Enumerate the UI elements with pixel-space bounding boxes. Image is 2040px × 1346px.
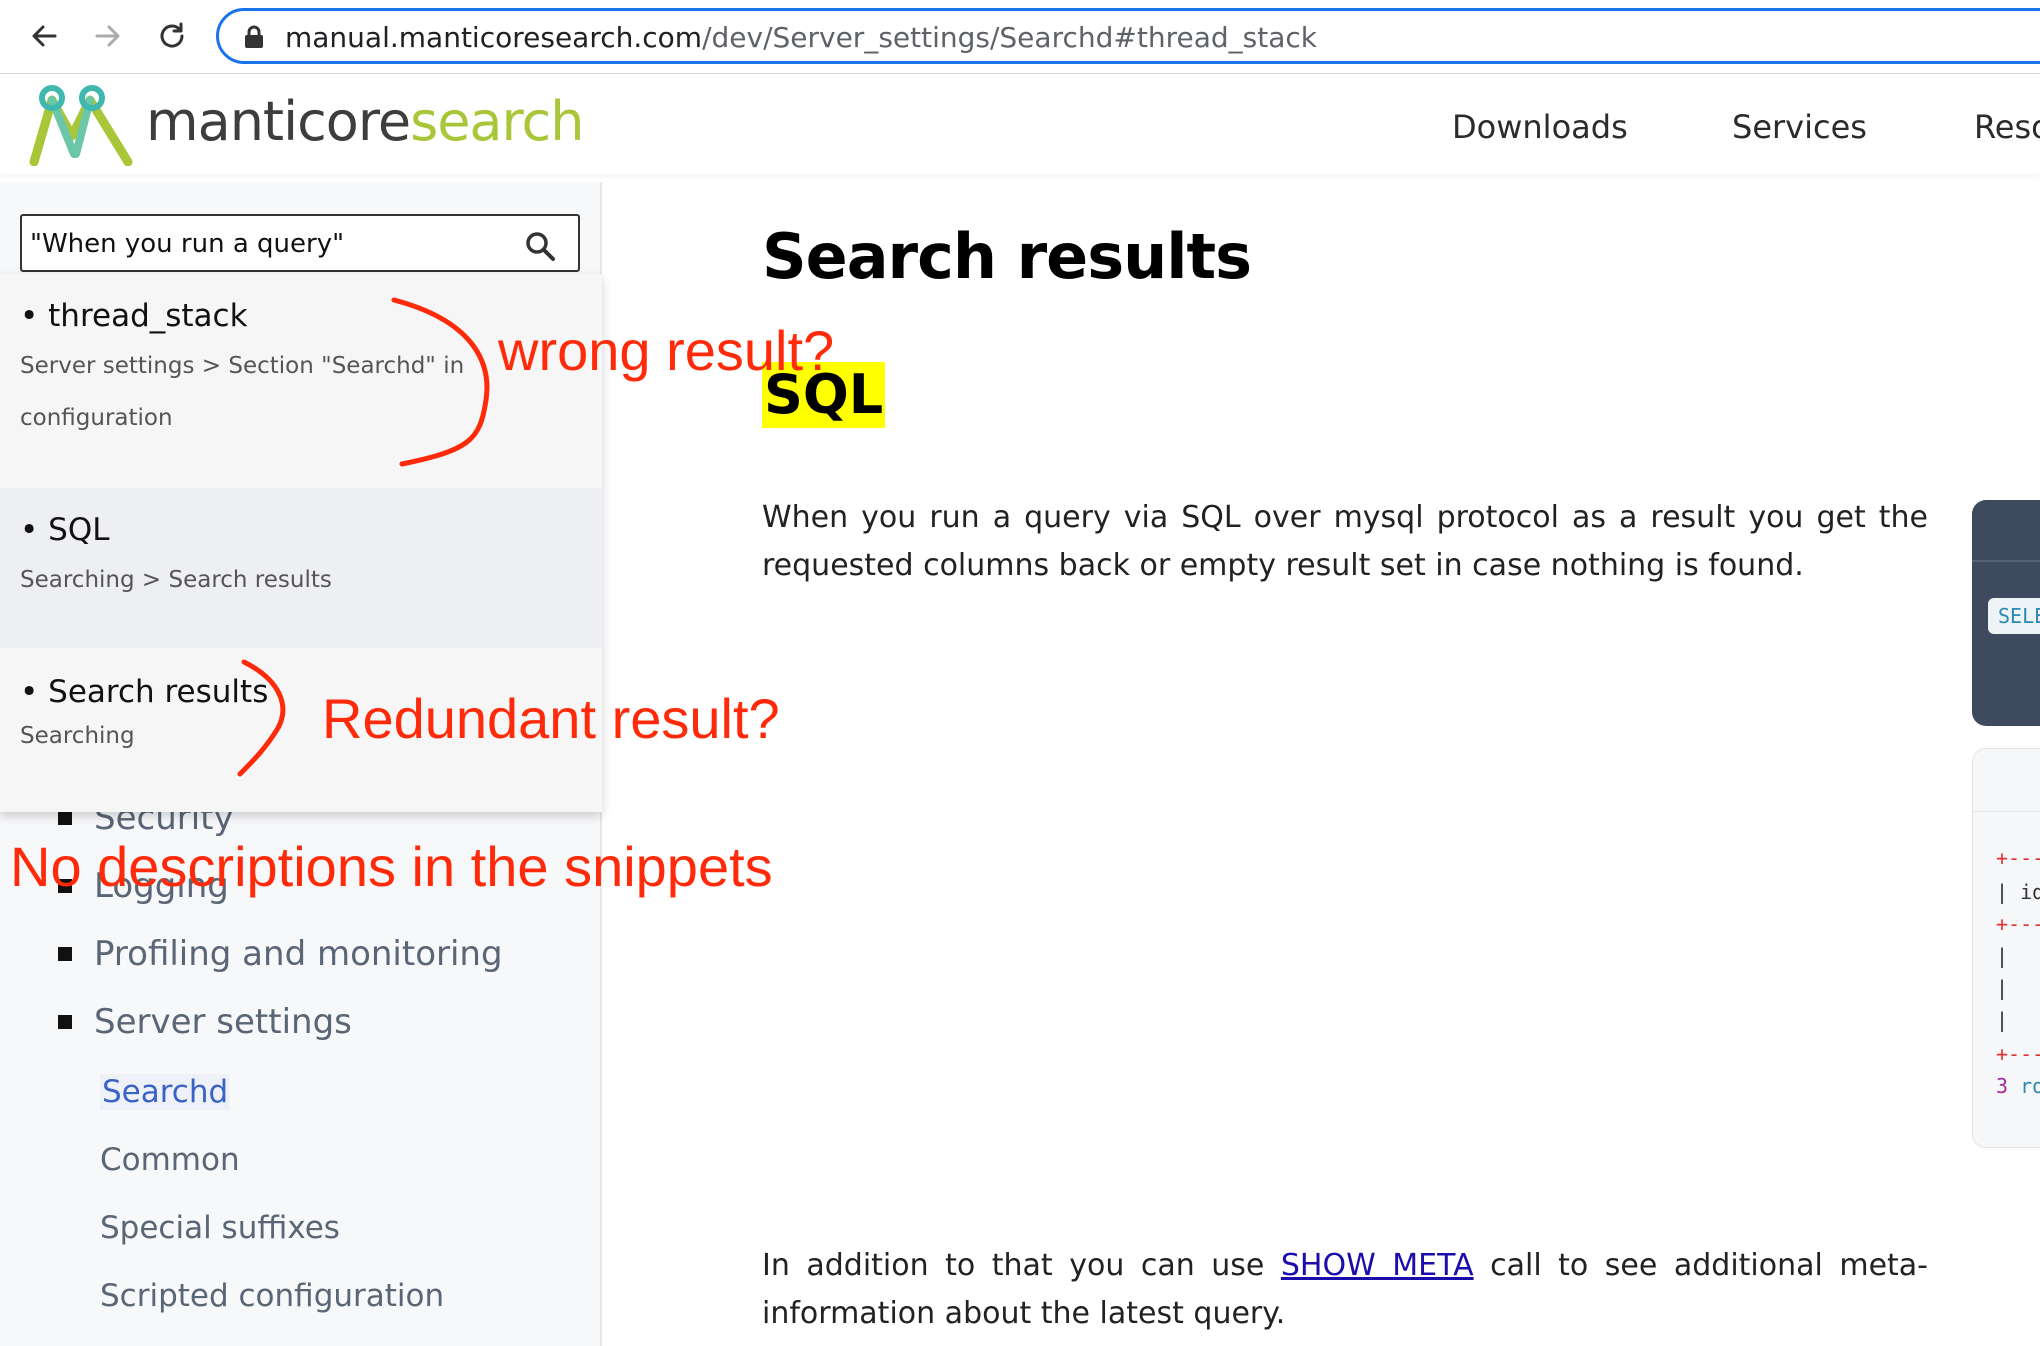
ascii-row-line: | bbox=[1996, 976, 2009, 1000]
result-path-continued: configuration bbox=[20, 405, 173, 431]
logo-part-1: manticore bbox=[146, 90, 411, 153]
tree-item-profiling[interactable]: Profiling and monitoring bbox=[58, 934, 503, 974]
browser-toolbar: manual.manticoresearch.com/dev/Server_se… bbox=[0, 0, 2040, 74]
ascii-row-line: | bbox=[1996, 944, 2009, 968]
result-title: • SQL bbox=[20, 512, 110, 548]
ascii-row-line: | bbox=[1996, 1008, 2009, 1032]
square-bullet-icon bbox=[58, 1015, 72, 1029]
paragraph-show-meta: In addition to that you can use SHOW MET… bbox=[762, 1242, 1928, 1338]
sub-item-scripted-configuration[interactable]: Scripted configuration bbox=[100, 1278, 444, 1314]
search-result-sql[interactable]: • SQL Searching > Search results bbox=[0, 488, 602, 648]
lock-icon bbox=[245, 25, 263, 48]
nav-downloads[interactable]: Downloads bbox=[1452, 108, 1628, 146]
annotation-no-descriptions: No descriptions in the snippets bbox=[10, 835, 773, 898]
url-host: manual.manticoresearch.com bbox=[285, 21, 703, 54]
logo-part-2: search bbox=[410, 90, 584, 153]
ascii-border-line: +--- bbox=[1996, 912, 2040, 936]
result-path: Searching > Search results bbox=[20, 567, 332, 593]
page-title: Search results bbox=[762, 220, 1252, 293]
tree-item-label: Profiling and monitoring bbox=[94, 934, 503, 974]
annotation-redundant-result: Redundant result? bbox=[322, 687, 780, 750]
sub-item-special-suffixes[interactable]: Special suffixes bbox=[100, 1210, 340, 1246]
sub-item-searchd[interactable]: Searchd bbox=[100, 1074, 231, 1110]
manticore-logo-icon[interactable] bbox=[28, 84, 134, 166]
paragraph-intro: When you run a query via SQL over mysql … bbox=[762, 500, 1928, 583]
tree-item-label: Server settings bbox=[94, 1002, 352, 1042]
magnifier-icon[interactable] bbox=[524, 230, 556, 262]
row-count-word: ro bbox=[2020, 1074, 2040, 1098]
square-bullet-icon bbox=[58, 947, 72, 961]
ascii-header-line: | id bbox=[1996, 880, 2040, 904]
url-path: /dev/Server_settings/Searchd#thread_stac… bbox=[702, 21, 1317, 54]
nav-services[interactable]: Services bbox=[1732, 108, 1867, 146]
address-bar[interactable]: manual.manticoresearch.com/dev/Server_se… bbox=[216, 8, 2040, 64]
tree-item-server-settings[interactable]: Server settings bbox=[58, 1002, 352, 1042]
square-bullet-icon bbox=[58, 811, 72, 825]
url-text: manual.manticoresearch.com/dev/Server_se… bbox=[285, 21, 1317, 55]
sql-code-snippet: SELE bbox=[1988, 598, 2040, 634]
sub-item-common[interactable]: Common bbox=[100, 1142, 240, 1178]
ascii-border-line: +--- bbox=[1996, 846, 2040, 870]
site-header: manticoresearch Downloads Services Reso bbox=[0, 74, 2040, 174]
annotation-wrong-result: wrong result? bbox=[498, 319, 835, 382]
logo-wordmark[interactable]: manticoresearch bbox=[146, 90, 584, 154]
nav-resources[interactable]: Reso bbox=[1974, 108, 2040, 146]
back-arrow-icon[interactable] bbox=[22, 14, 66, 58]
show-meta-link[interactable]: SHOW META bbox=[1281, 1248, 1474, 1283]
search-input[interactable]: "When you run a query" bbox=[20, 214, 580, 272]
ascii-row-count: 3 ro bbox=[1996, 1074, 2040, 1098]
ascii-border-line: +--- bbox=[1996, 1042, 2040, 1066]
reload-icon[interactable] bbox=[150, 14, 194, 58]
forward-arrow-icon[interactable] bbox=[86, 14, 130, 58]
paragraph-text: In addition to that you can use bbox=[762, 1248, 1281, 1283]
row-count-number: 3 bbox=[1996, 1074, 2009, 1098]
search-input-value: "When you run a query" bbox=[30, 229, 345, 259]
